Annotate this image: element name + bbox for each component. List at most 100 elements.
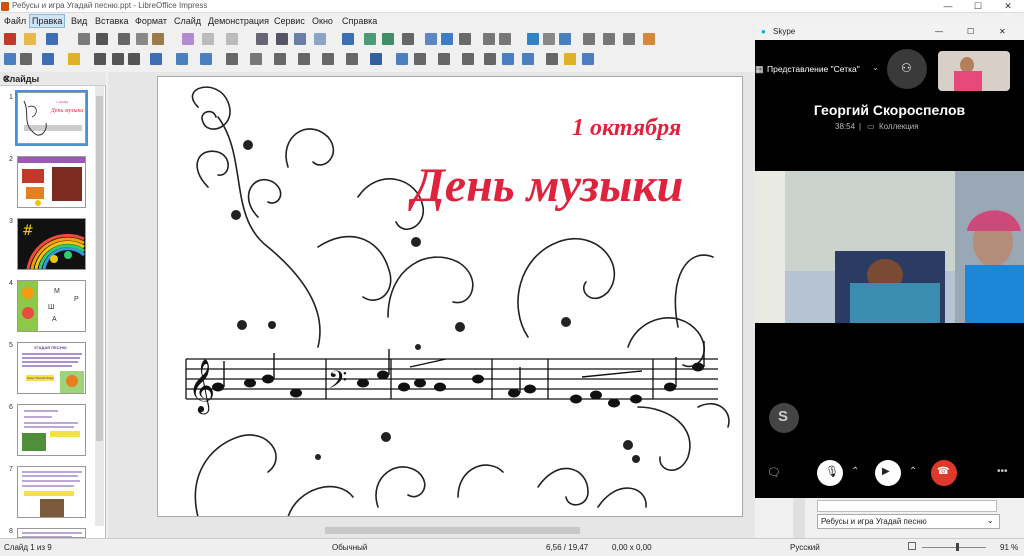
duplicate-slide-icon[interactable] — [603, 33, 615, 45]
find-replace-icon[interactable] — [256, 33, 268, 45]
slide-thumbnail-6[interactable] — [17, 404, 86, 456]
language-status[interactable]: Русский — [790, 543, 820, 552]
redo-icon[interactable] — [226, 33, 238, 45]
new-icon[interactable] — [4, 33, 16, 45]
menu-file[interactable]: Файл — [4, 16, 26, 26]
export-pdf-icon[interactable] — [78, 33, 90, 45]
print-icon[interactable] — [96, 33, 108, 45]
chart-icon[interactable] — [441, 33, 453, 45]
basic-shapes-icon[interactable] — [226, 53, 238, 65]
grid-view-icon[interactable]: ▦ — [755, 64, 767, 74]
filter-icon[interactable] — [522, 53, 534, 65]
distribute-icon[interactable] — [462, 53, 474, 65]
fit-slide-icon[interactable] — [908, 542, 916, 550]
save-icon[interactable] — [46, 33, 58, 45]
display-views-icon[interactable] — [314, 33, 326, 45]
ellipse-icon[interactable] — [128, 53, 140, 65]
grid-icon[interactable] — [294, 33, 306, 45]
special-char-icon[interactable] — [499, 33, 511, 45]
close-icon[interactable]: ✕ — [3, 74, 102, 85]
panel-field[interactable] — [817, 500, 997, 512]
camera-options-chevron-icon[interactable]: ⌃ — [909, 466, 917, 477]
close-button[interactable]: ✕ — [994, 0, 1022, 13]
master-slide-icon[interactable] — [342, 33, 354, 45]
horizontal-scrollbar[interactable] — [110, 525, 755, 536]
zoom-slider-thumb[interactable] — [956, 543, 959, 551]
chevron-down-icon[interactable]: ⌄ — [987, 516, 994, 525]
fontwork-icon[interactable] — [527, 33, 539, 45]
align-icon[interactable] — [414, 53, 426, 65]
collection-label[interactable]: Коллекция — [879, 122, 919, 131]
callouts-icon[interactable] — [322, 53, 334, 65]
textbox-icon[interactable] — [483, 33, 495, 45]
points-icon[interactable] — [546, 53, 558, 65]
slides-scrollbar[interactable] — [95, 86, 104, 526]
current-slide[interactable]: 𝄞 𝄢 1 октября День музыки — [157, 76, 743, 517]
glue-points-icon[interactable] — [564, 53, 576, 65]
toggle-extrusion-icon[interactable] — [582, 53, 594, 65]
slide-layout-icon[interactable] — [643, 33, 655, 45]
clone-formatting-icon[interactable] — [182, 33, 194, 45]
hang-up-button[interactable]: ☎ — [931, 460, 957, 486]
slide-icon[interactable] — [583, 33, 595, 45]
hyperlink-icon[interactable] — [543, 33, 555, 45]
zoom-slider[interactable] — [922, 547, 986, 548]
chat-icon[interactable]: 🗨 — [767, 466, 781, 479]
fill-color-icon[interactable] — [68, 53, 80, 65]
flowchart-icon[interactable] — [298, 53, 310, 65]
menu-tools[interactable]: Сервис — [274, 16, 305, 26]
image-icon[interactable] — [425, 33, 437, 45]
menu-insert[interactable]: Вставка — [95, 16, 128, 26]
slide-thumbnail-8[interactable] — [17, 528, 86, 538]
cut-icon[interactable] — [118, 33, 130, 45]
slide-thumbnail-2[interactable] — [17, 156, 86, 208]
delete-slide-icon[interactable] — [623, 33, 635, 45]
rotate-icon[interactable] — [396, 53, 408, 65]
copy-icon[interactable] — [136, 33, 148, 45]
minimize-button[interactable]: — — [935, 27, 943, 36]
menu-edit[interactable]: Правка — [29, 14, 66, 28]
line-color-icon[interactable] — [42, 53, 54, 65]
scrollbar-thumb[interactable] — [325, 527, 580, 534]
menu-slide[interactable]: Слайд — [174, 16, 201, 26]
line-icon[interactable] — [94, 53, 106, 65]
panel-scrollbar[interactable] — [793, 498, 805, 538]
slide-thumbnail-5[interactable]: УГАДАЙ ПЕСНЮ Песня "Лесной Олень" — [17, 342, 86, 394]
slide-thumbnail-1[interactable]: 1 октября День музыки — [15, 90, 88, 146]
microphone-button[interactable]: 🎙 — [817, 460, 843, 486]
menu-help[interactable]: Справка — [342, 16, 377, 26]
add-participant-button[interactable]: ⚇ — [887, 49, 927, 89]
minimize-button[interactable]: — — [934, 0, 962, 13]
start-current-icon[interactable] — [382, 33, 394, 45]
rectangle-icon[interactable] — [112, 53, 124, 65]
media-icon[interactable] — [459, 33, 471, 45]
comment-icon[interactable] — [559, 33, 571, 45]
maximize-button[interactable]: ☐ — [967, 27, 974, 36]
menu-view[interactable]: Вид — [71, 16, 87, 26]
menu-presentation[interactable]: Демонстрация — [208, 16, 269, 26]
scrollbar-thumb[interactable] — [96, 96, 103, 441]
maximize-button[interactable]: ☐ — [964, 0, 992, 13]
slide-thumbnail-4[interactable]: М Р Ш А — [17, 280, 86, 332]
chevron-down-icon[interactable]: ⌄ — [872, 63, 879, 72]
menu-window[interactable]: Окно — [312, 16, 333, 26]
undo-icon[interactable] — [202, 33, 214, 45]
stars-icon[interactable] — [346, 53, 358, 65]
lines-arrows-icon[interactable] — [150, 53, 162, 65]
open-icon[interactable] — [24, 33, 36, 45]
table-icon[interactable] — [402, 33, 414, 45]
close-button[interactable]: ✕ — [999, 27, 1006, 36]
slide-thumbnail-3[interactable]: # — [17, 218, 86, 270]
slide-thumbnail-7[interactable] — [17, 466, 86, 518]
paste-icon[interactable] — [152, 33, 164, 45]
zoom-level[interactable]: 91 % — [1000, 543, 1018, 552]
presentation-name-combo[interactable]: Ребусы и игра Угадай песню — [817, 514, 1000, 529]
symbol-shapes-icon[interactable] — [250, 53, 262, 65]
block-arrows-icon[interactable] — [274, 53, 286, 65]
zoom-pan-icon[interactable] — [20, 53, 32, 65]
more-options-icon[interactable]: ••• — [997, 466, 1008, 477]
connectors-icon[interactable] — [200, 53, 212, 65]
select-icon[interactable] — [4, 53, 16, 65]
view-mode-selector[interactable]: Представление "Сетка" — [767, 64, 860, 74]
arrange-icon[interactable] — [438, 53, 450, 65]
